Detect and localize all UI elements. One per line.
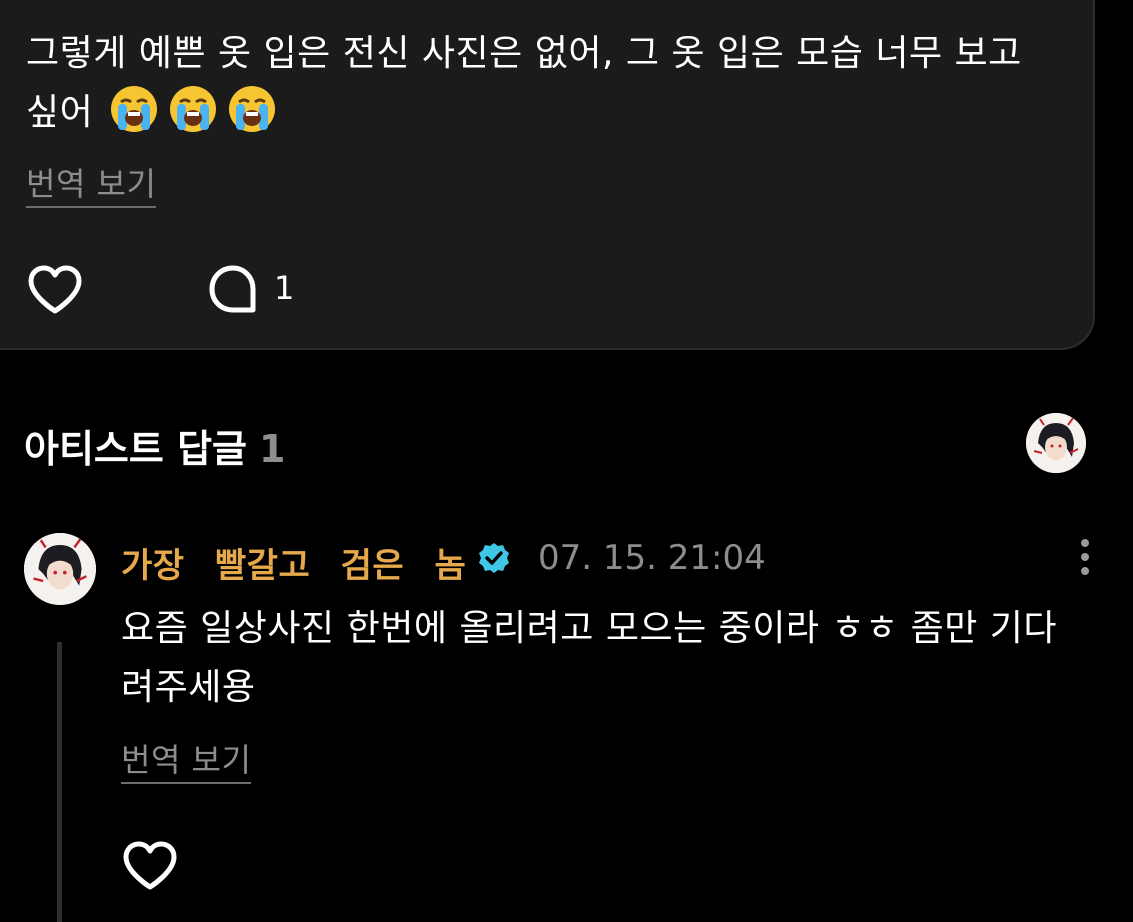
section-reply-count: 1 [259,427,286,471]
loudly-crying-face-icon [170,86,217,132]
loudly-crying-face-icon [229,86,276,132]
like-heart-icon[interactable] [26,264,84,316]
reply-author-name[interactable]: 가장 빨갈고 검은 놈 [121,538,466,587]
reply-timestamp: 07. 15. 21:04 [538,538,766,578]
section-title: 아티스트 답글 1 [24,418,285,473]
post-card-inner: 그렇게 예쁜 옷 입은 전신 사진은 없어, 그 옷 입은 모습 너무 보고 싶… [2,2,1062,352]
thread-line [57,642,62,922]
loudly-crying-face-icon [111,86,158,132]
verified-badge-icon [479,543,509,573]
comment-count: 1 [274,269,295,307]
artist-avatar-image [1026,413,1086,473]
post-text: 그렇게 예쁜 옷 입은 전신 사진은 없어, 그 옷 입은 모습 너무 보고 싶… [26,24,1026,142]
more-options-icon[interactable] [1070,537,1100,579]
translate-link[interactable]: 번역 보기 [26,166,157,208]
post-card: 그렇게 예쁜 옷 입은 전신 사진은 없어, 그 옷 입은 모습 너무 보고 싶… [0,0,1095,350]
reply-translate-link[interactable]: 번역 보기 [121,742,252,784]
comment-bubble-icon[interactable] [205,262,261,318]
emoji-group [93,86,277,133]
reply-like-heart-icon[interactable] [121,840,179,892]
reply-author-avatar[interactable] [24,533,96,605]
artist-avatar[interactable] [1026,413,1086,473]
reply-avatar-image [24,533,96,605]
reply-text: 요즘 일상사진 한번에 올리려고 모으는 중이라 ㅎㅎ 좀만 기다려주세용 [121,608,1058,708]
section-title-label: 아티스트 답글 [24,427,247,471]
